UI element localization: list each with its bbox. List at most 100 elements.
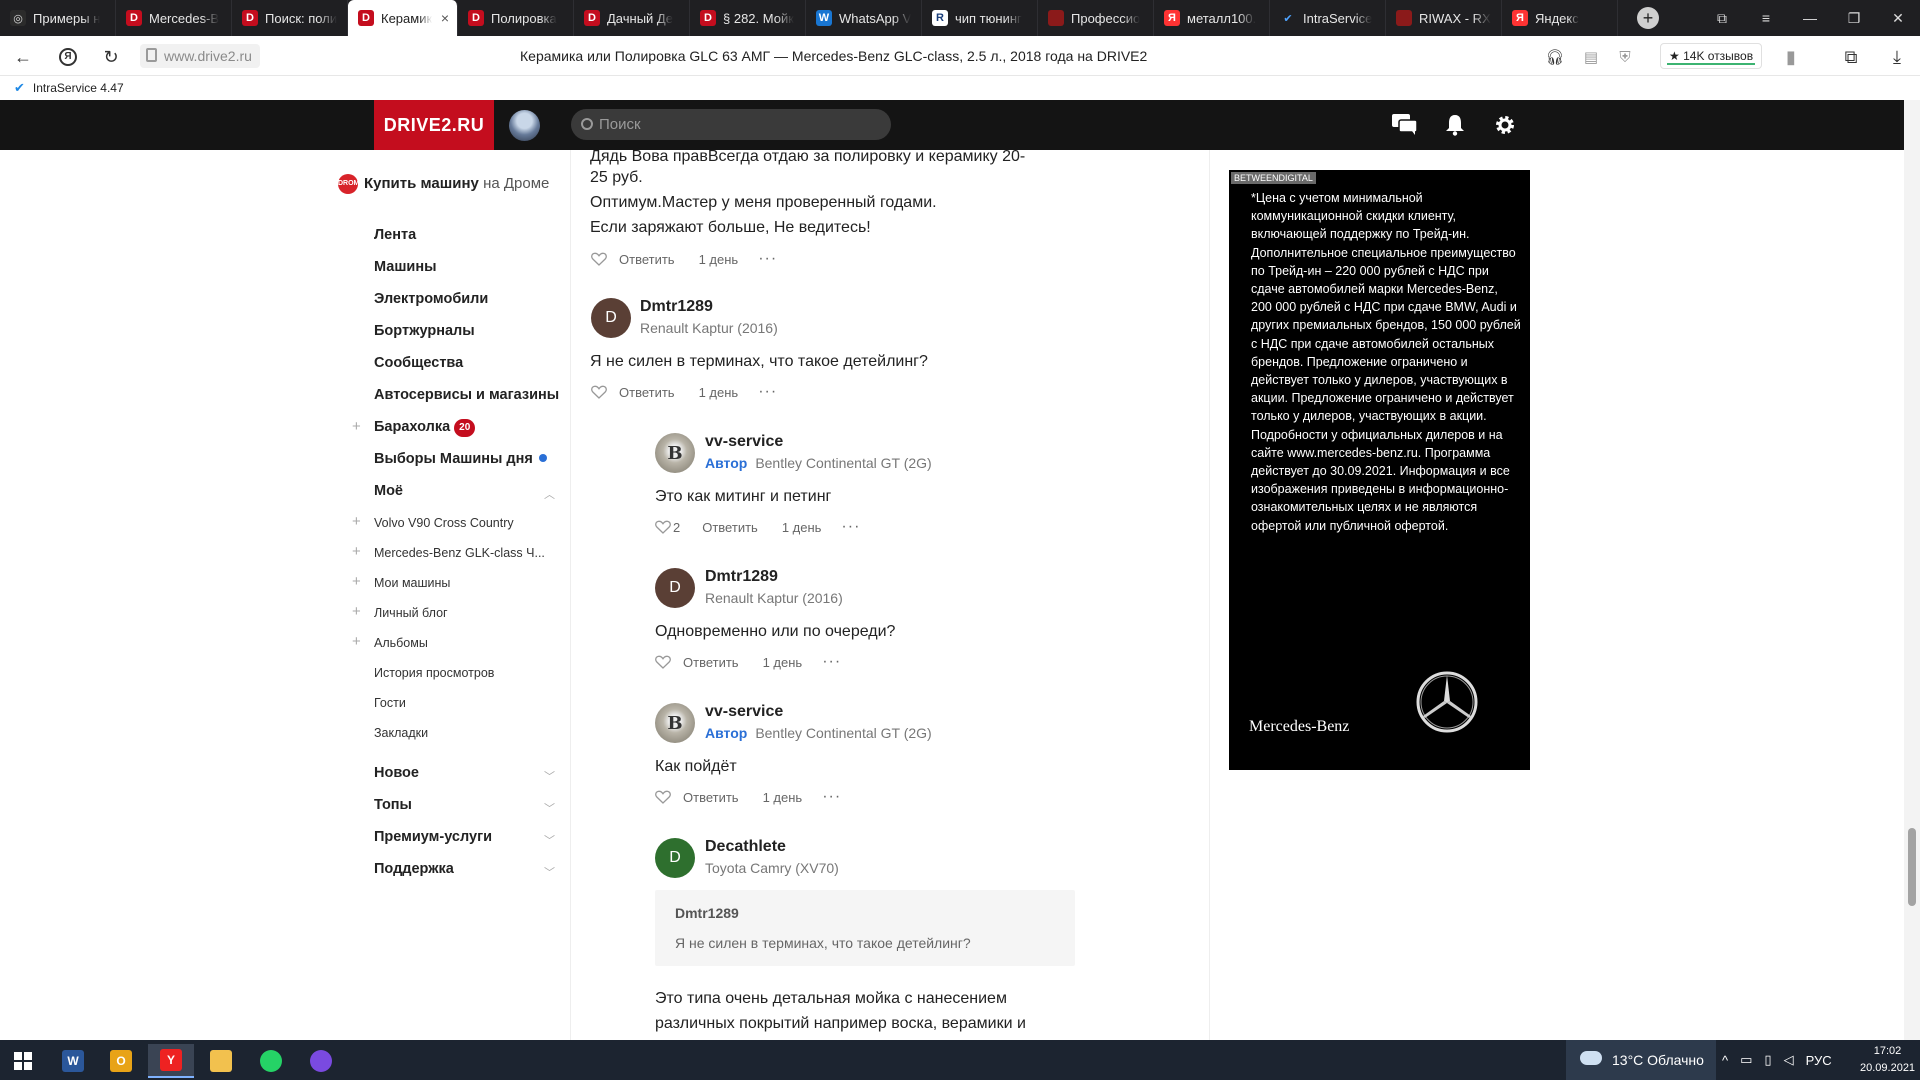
language-indicator[interactable]: РУС [1806,1053,1832,1068]
display-icon[interactable]: ▯ [1764,1052,1771,1068]
avatar[interactable]: D [591,298,631,338]
clock[interactable]: 17:02 20.09.2021 [1860,1043,1915,1077]
avatar[interactable]: D [655,568,695,608]
chevron-down-icon[interactable]: ﹀ [544,832,555,848]
word-taskbar-icon[interactable]: W [50,1044,96,1078]
volume-icon[interactable]: ◁ [1784,1052,1794,1068]
sidebar-my-item[interactable]: Гости [374,696,406,710]
browser-tab[interactable]: Я Яндекс [1502,0,1618,36]
like-icon[interactable] [655,655,671,669]
more-icon[interactable]: ··· [841,518,860,536]
messages-icon[interactable] [1391,112,1419,138]
reader-mode-icon[interactable]: ▤ [1578,44,1604,70]
sidebar-section[interactable]: Новое [374,765,419,781]
avatar[interactable]: D [655,838,695,878]
url-field[interactable]: www.drive2.ru [140,44,260,68]
plus-icon[interactable]: + [352,543,361,560]
reply-link[interactable]: Ответить [683,790,739,805]
sidebar-my-item[interactable]: Мои машины [374,576,450,590]
sidebar-my-item[interactable]: История просмотров [374,666,494,680]
browser-tab[interactable]: Rчип тюнинг [922,0,1038,36]
browser-tab[interactable]: W WhatsApp V [806,0,922,36]
chevron-up-icon[interactable]: ^ [1722,1053,1728,1068]
browser-tab[interactable]: D Mercedes-B [116,0,232,36]
sidebar-item[interactable]: Электромобили [374,291,488,307]
comment-username[interactable]: Decathlete [705,838,786,856]
sidebar-item[interactable]: Сообщества [374,355,463,371]
plus-icon[interactable]: + [352,513,361,530]
close-tab-icon[interactable]: × [441,10,449,26]
outlook-taskbar-icon[interactable]: O [98,1044,144,1078]
more-icon[interactable]: ··· [822,653,841,671]
drop-app-taskbar-icon[interactable] [298,1044,344,1078]
reply-link[interactable]: Ответить [683,655,739,670]
sidebar-my-item[interactable]: Volvo V90 Cross Country [374,516,514,530]
chevron-down-icon[interactable]: ﹀ [544,800,555,816]
chevron-up-icon[interactable]: ︿ [544,486,555,502]
comment-car[interactable]: Renault Kaptur (2016) [640,320,778,336]
start-button[interactable] [0,1044,46,1078]
sidebar-item[interactable]: Бортжурналы [374,323,475,339]
plus-icon[interactable]: + [352,603,361,620]
browser-tab[interactable]: RIWAX - RX [1386,0,1502,36]
browser-tab[interactable]: ✔ IntraService [1270,0,1386,36]
new-tab-button[interactable]: + [1630,0,1666,36]
browser-tab[interactable]: D Полировка [458,0,574,36]
bookmark-intraservice[interactable]: ✔ IntraService 4.47 [14,80,124,96]
comment-car[interactable]: Toyota Camry (XV70) [705,860,839,876]
close-window-button[interactable]: ✕ [1876,0,1920,36]
browser-tab[interactable]: Профессио [1038,0,1154,36]
more-icon[interactable]: ··· [758,383,777,401]
sidebar-my-item[interactable]: Mercedes-Benz GLK-class Ч... [374,546,545,560]
more-icon[interactable]: ··· [758,250,777,268]
browser-tab[interactable]: D § 282. Мойк [690,0,806,36]
reply-link[interactable]: Ответить [619,385,675,400]
more-icon[interactable]: ··· [822,788,841,806]
sidebar-section[interactable]: Поддержка [374,861,454,877]
sidebar-my-item[interactable]: Закладки [374,726,428,740]
sidebar-item[interactable]: Лента [374,227,416,243]
comment-username[interactable]: vv-service [705,433,783,451]
network-icon[interactable]: ▭ [1740,1052,1752,1068]
buy-car-link[interactable]: DROM Купить машину на Дроме [338,174,549,194]
comment-username[interactable]: Dmtr1289 [705,568,778,586]
like-icon[interactable] [591,252,607,266]
sidebar-my-item[interactable]: Личный блог [374,606,448,620]
headphones-icon[interactable]: 🎧︎ [1542,44,1568,70]
weather-widget[interactable]: 13°C Облачно [1566,1040,1716,1080]
file-explorer-taskbar-icon[interactable] [198,1044,244,1078]
browser-tab[interactable]: Яметалл100. [1154,0,1270,36]
reload-icon[interactable]: ↻ [98,44,124,70]
comment-username[interactable]: Dmtr1289 [640,298,713,316]
whatsapp-taskbar-icon[interactable] [248,1044,294,1078]
search-input[interactable]: Поиск [571,109,891,140]
sidebar-section[interactable]: Топы [374,797,412,813]
page-scrollbar[interactable] [1904,100,1920,1040]
user-avatar[interactable] [509,110,540,141]
browser-menu-icon[interactable]: ≡ [1744,0,1788,36]
browser-tab[interactable]: D Керамик × [348,0,458,36]
bookmark-icon[interactable]: ▮ [1778,44,1804,70]
comment-car[interactable]: Renault Kaptur (2016) [705,590,843,606]
like-icon[interactable] [655,520,671,534]
restore-button[interactable]: ❐ [1832,0,1876,36]
sidebar-my-item[interactable]: Альбомы [374,636,428,650]
sidebar-section[interactable]: Премиум-услуги [374,829,492,845]
comment-car[interactable]: Bentley Continental GT (2G) [755,725,931,741]
sidebar-item[interactable]: Автосервисы и магазины [374,387,559,403]
reply-link[interactable]: Ответить [702,520,758,535]
chevron-down-icon[interactable]: ﹀ [544,768,555,784]
advertisement-banner[interactable]: BETWEENDIGITAL *Цена с учетом минимально… [1229,170,1530,770]
sidebar-item[interactable]: Барахолка 20 [374,419,476,437]
download-icon[interactable]: ⤓ [1884,44,1910,70]
back-icon[interactable]: ← [10,44,36,70]
drive2-logo[interactable]: DRIVE2.RU [374,100,494,150]
yandex-home-icon[interactable]: Я [55,44,81,70]
sidebar-item[interactable]: Машины [374,259,436,275]
tray-icons[interactable]: ^ ▭ ▯ ◁ РУС [1722,1040,1832,1080]
avatar[interactable]: B [655,433,695,473]
tab-manager-icon[interactable]: ⧉ [1700,0,1744,36]
chevron-down-icon[interactable]: ﹀ [544,864,555,880]
scrollbar-thumb[interactable] [1908,828,1916,906]
sidebar-section-my[interactable]: Моё [374,483,403,499]
